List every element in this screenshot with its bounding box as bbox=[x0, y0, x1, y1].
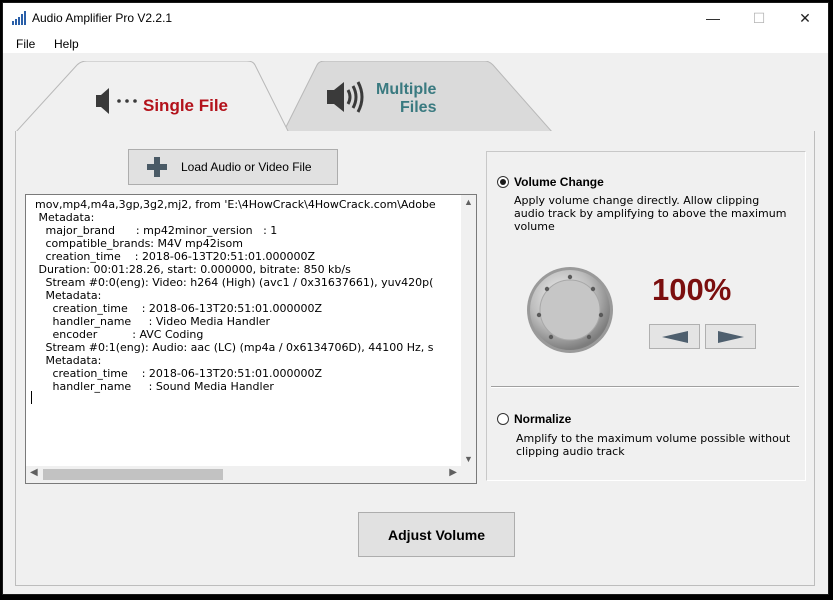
log-line: Metadata: bbox=[35, 289, 102, 302]
normalize-title[interactable]: Normalize bbox=[514, 412, 571, 426]
volume-knob-icon[interactable] bbox=[525, 265, 615, 355]
app-icon bbox=[12, 11, 26, 25]
log-line: Metadata: bbox=[35, 354, 102, 367]
window-title: Audio Amplifier Pro V2.2.1 bbox=[32, 11, 173, 25]
tab-single-file[interactable]: Single File bbox=[15, 61, 317, 133]
volume-change-radio[interactable] bbox=[497, 176, 509, 188]
log-line: creation_time : 2018-06-13T20:51:01.0000… bbox=[35, 250, 316, 263]
log-text: mov,mp4,m4a,3gp,3g2,mj2, from 'E:\4HowCr… bbox=[35, 198, 457, 460]
media-info-log[interactable]: mov,mp4,m4a,3gp,3g2,mj2, from 'E:\4HowCr… bbox=[25, 194, 477, 484]
options-separator bbox=[491, 386, 799, 388]
arrow-right-icon bbox=[717, 330, 744, 343]
log-line: major_brand : mp42minor_version : 1 bbox=[35, 224, 278, 237]
log-line: handler_name : Sound Media Handler bbox=[35, 380, 274, 393]
minimize-button[interactable]: — bbox=[690, 3, 736, 33]
scroll-left-icon[interactable]: ◀ bbox=[30, 467, 38, 478]
title-bar[interactable]: Audio Amplifier Pro V2.2.1 — ☐ ✕ bbox=[3, 3, 828, 33]
log-line: creation_time : 2018-06-13T20:51:01.0000… bbox=[35, 367, 323, 380]
volume-options-panel: Volume Change Apply volume change direct… bbox=[486, 151, 806, 481]
vertical-scrollbar[interactable]: ▲ ▼ bbox=[461, 195, 476, 466]
text-caret bbox=[31, 391, 32, 404]
maximize-button[interactable]: ☐ bbox=[736, 3, 782, 33]
speaker-quiet-icon bbox=[96, 88, 137, 114]
normalize-radio[interactable] bbox=[497, 413, 509, 425]
log-line: handler_name : Video Media Handler bbox=[35, 315, 271, 328]
log-line: Metadata: bbox=[35, 211, 95, 224]
arrow-left-icon bbox=[661, 330, 688, 343]
app-window: Audio Amplifier Pro V2.2.1 — ☐ ✕ File He… bbox=[2, 2, 829, 595]
log-line: compatible_brands: M4V mp42isom bbox=[35, 237, 243, 250]
speaker-loud-icon bbox=[327, 81, 364, 113]
volume-change-description: Apply volume change directly. Allow clip… bbox=[514, 194, 787, 233]
tab-single-label: Single File bbox=[143, 96, 229, 115]
log-line: Duration: 00:01:28.26, start: 0.000000, … bbox=[35, 263, 351, 276]
tab-strip: Multiple Files Single File bbox=[3, 53, 828, 133]
log-line: creation_time : 2018-06-13T20:51:01.0000… bbox=[35, 302, 323, 315]
adjust-volume-button[interactable]: Adjust Volume bbox=[358, 512, 515, 557]
log-line: encoder : AVC Coding bbox=[35, 328, 204, 341]
tab-multiple-files[interactable]: Multiple Files bbox=[283, 61, 555, 133]
horizontal-scrollbar[interactable]: ◀ ▶ bbox=[26, 466, 461, 483]
log-line: mov,mp4,m4a,3gp,3g2,mj2, from 'E:\4HowCr… bbox=[35, 198, 436, 211]
load-file-button[interactable]: Load Audio or Video File bbox=[128, 149, 338, 185]
scroll-down-icon[interactable]: ▼ bbox=[464, 454, 473, 464]
load-file-label: Load Audio or Video File bbox=[181, 160, 312, 174]
log-line: Stream #0:1(eng): Audio: aac (LC) (mp4a … bbox=[35, 341, 434, 354]
plus-icon bbox=[147, 157, 167, 177]
log-line: Stream #0:0(eng): Video: h264 (High) (av… bbox=[35, 276, 434, 289]
single-file-panel: Load Audio or Video File mov,mp4,m4a,3gp… bbox=[15, 131, 815, 586]
normalize-description: Amplify to the maximum volume possible w… bbox=[516, 432, 791, 458]
tab-multiple-label: Multiple Files bbox=[376, 81, 437, 116]
scroll-up-icon[interactable]: ▲ bbox=[464, 197, 473, 207]
close-button[interactable]: ✕ bbox=[782, 3, 828, 33]
volume-decrease-button[interactable] bbox=[649, 324, 700, 349]
volume-percent: 100% bbox=[652, 272, 732, 307]
menu-file[interactable]: File bbox=[16, 37, 35, 51]
menu-bar: File Help bbox=[3, 33, 828, 53]
scrollbar-corner bbox=[461, 466, 476, 483]
scroll-right-icon[interactable]: ▶ bbox=[449, 467, 457, 478]
volume-increase-button[interactable] bbox=[705, 324, 756, 349]
menu-help[interactable]: Help bbox=[54, 37, 79, 51]
horizontal-scroll-thumb[interactable] bbox=[43, 469, 223, 480]
volume-change-title[interactable]: Volume Change bbox=[514, 175, 604, 189]
